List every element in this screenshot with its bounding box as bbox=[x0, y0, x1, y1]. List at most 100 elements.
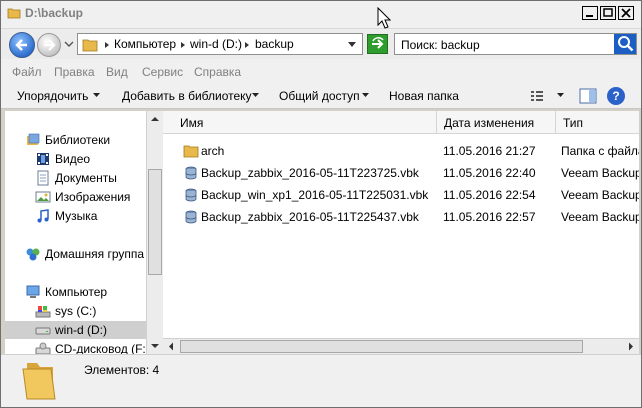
chevron-down-icon bbox=[93, 93, 100, 97]
nav-label: Видео bbox=[55, 152, 91, 166]
nav-label: Библиотеки bbox=[45, 133, 111, 147]
menu-tools[interactable]: Сервис bbox=[142, 65, 183, 79]
menu-edit[interactable]: Правка bbox=[54, 65, 95, 79]
nav-label: Компьютер bbox=[45, 285, 108, 299]
breadcrumb-drive[interactable]: win-d (D:) bbox=[190, 37, 242, 51]
close-button[interactable] bbox=[618, 6, 634, 20]
maximize-button[interactable] bbox=[600, 6, 616, 20]
documents-icon bbox=[37, 170, 49, 186]
file-row[interactable]: arch 11.05.2016 21:27 Папка с файлами bbox=[163, 140, 639, 162]
nav-label: Изображения bbox=[55, 190, 131, 204]
file-list-hscrollbar[interactable] bbox=[163, 338, 639, 354]
file-type: Veeam Backup & Replication bbox=[561, 188, 639, 202]
title-bar[interactable]: D:\backup bbox=[1, 1, 641, 29]
nav-item-libraries[interactable]: Библиотеки bbox=[25, 131, 143, 149]
nav-item-drive-d[interactable]: win-d (D:) bbox=[5, 321, 146, 339]
nav-item-music[interactable]: Музыка bbox=[35, 207, 143, 225]
menu-bar: Файл Правка Вид Сервис Справка bbox=[1, 59, 641, 83]
system-drive-icon bbox=[35, 306, 51, 318]
folder-icon bbox=[7, 8, 21, 19]
library-icon bbox=[27, 133, 40, 145]
file-type: Папка с файлами bbox=[561, 144, 639, 158]
music-icon bbox=[37, 209, 49, 223]
nav-label: Домашняя группа bbox=[45, 247, 145, 261]
preview-pane-icon[interactable] bbox=[579, 87, 597, 105]
breadcrumb-computer[interactable]: Компьютер bbox=[114, 37, 176, 51]
add-to-library-button[interactable]: Добавить в библиотеку bbox=[122, 89, 252, 103]
database-icon bbox=[185, 166, 197, 180]
item-count: Элементов: 4 bbox=[84, 363, 160, 377]
menu-help[interactable]: Справка bbox=[194, 65, 241, 79]
file-name: Backup_zabbix_2016-05-11T223725.vbk bbox=[201, 166, 419, 180]
scroll-left-icon[interactable] bbox=[163, 339, 179, 354]
file-name: arch bbox=[201, 144, 225, 158]
drive-icon bbox=[35, 327, 51, 335]
menu-file[interactable]: Файл bbox=[12, 65, 42, 79]
explorer-window: D:\backup Компьютер win-d (D:) backup По… bbox=[0, 0, 642, 408]
nav-item-video[interactable]: Видео bbox=[35, 150, 143, 168]
search-placeholder: Поиск: backup bbox=[401, 38, 480, 52]
chevron-down-icon[interactable] bbox=[557, 93, 564, 98]
scroll-right-icon[interactable] bbox=[623, 339, 639, 354]
new-folder-button[interactable]: Новая папка bbox=[389, 89, 459, 103]
minimize-button[interactable] bbox=[582, 6, 598, 20]
refresh-icon bbox=[372, 37, 384, 49]
search-icon bbox=[618, 36, 634, 52]
nav-item-images[interactable]: Изображения bbox=[35, 188, 143, 206]
column-date-modified[interactable]: Дата изменения bbox=[437, 111, 556, 134]
nav-item-computer[interactable]: Компьютер bbox=[25, 283, 143, 301]
view-options-icon[interactable] bbox=[529, 88, 545, 104]
nav-pane-scrollbar[interactable] bbox=[146, 111, 163, 354]
column-name[interactable]: Имя bbox=[173, 111, 437, 134]
breadcrumb-backup[interactable]: backup bbox=[255, 37, 294, 51]
video-icon bbox=[37, 153, 49, 165]
nav-item-documents[interactable]: Документы bbox=[35, 169, 143, 187]
chevron-right-icon[interactable] bbox=[179, 41, 187, 49]
file-date: 11.05.2016 22:57 bbox=[443, 210, 536, 224]
chevron-right-icon[interactable] bbox=[103, 41, 111, 49]
folder-icon bbox=[183, 145, 199, 158]
scrollbar-thumb[interactable] bbox=[148, 169, 162, 275]
file-date: 11.05.2016 21:27 bbox=[443, 144, 536, 158]
file-name: Backup_win_xp1_2016-05-11T225031.vbk bbox=[201, 188, 429, 202]
file-row[interactable]: Backup_win_xp1_2016-05-11T225031.vbk 11.… bbox=[163, 184, 639, 206]
chevron-down-icon[interactable] bbox=[348, 42, 356, 48]
nav-item-homegroup[interactable]: Домашняя группа bbox=[25, 245, 145, 263]
address-bar[interactable]: Компьютер win-d (D:) backup bbox=[77, 33, 363, 55]
navigation-pane: Библиотеки Видео Документы Изображения М… bbox=[5, 111, 146, 354]
back-button[interactable] bbox=[9, 32, 35, 58]
scrollbar-thumb[interactable] bbox=[180, 340, 583, 353]
history-dropdown-icon[interactable] bbox=[63, 38, 75, 50]
homegroup-icon bbox=[26, 248, 40, 261]
chevron-right-icon[interactable] bbox=[243, 41, 251, 49]
scroll-up-icon[interactable] bbox=[147, 111, 163, 128]
column-type[interactable]: Тип bbox=[556, 111, 639, 134]
menu-view[interactable]: Вид bbox=[106, 65, 128, 79]
refresh-button[interactable] bbox=[367, 34, 388, 54]
computer-icon bbox=[26, 285, 40, 298]
command-bar: Упорядочить Добавить в библиотеку Общий … bbox=[1, 83, 641, 109]
help-icon[interactable]: ? bbox=[607, 87, 625, 105]
search-button[interactable] bbox=[614, 34, 636, 54]
database-icon bbox=[185, 210, 197, 224]
nav-item-cd-drive[interactable]: CD-дисковод (F:) bbox=[35, 340, 146, 354]
chevron-down-icon bbox=[252, 93, 259, 97]
share-button[interactable]: Общий доступ bbox=[279, 89, 360, 103]
scroll-down-icon[interactable] bbox=[147, 337, 163, 354]
folder-icon bbox=[22, 363, 56, 400]
file-name: Backup_zabbix_2016-05-11T225437.vbk bbox=[201, 210, 419, 224]
chevron-down-icon bbox=[362, 93, 369, 97]
forward-button[interactable] bbox=[37, 33, 61, 57]
file-date: 11.05.2016 22:54 bbox=[443, 188, 536, 202]
organize-button[interactable]: Упорядочить bbox=[17, 89, 88, 103]
file-row[interactable]: Backup_zabbix_2016-05-11T223725.vbk 11.0… bbox=[163, 162, 639, 184]
file-row[interactable]: Backup_zabbix_2016-05-11T225437.vbk 11.0… bbox=[163, 206, 639, 228]
file-type: Veeam Backup & Replication bbox=[561, 166, 639, 180]
nav-label: Документы bbox=[55, 171, 117, 185]
nav-label: sys (C:) bbox=[55, 304, 97, 318]
file-date: 11.05.2016 22:40 bbox=[443, 166, 536, 180]
search-input[interactable]: Поиск: backup bbox=[394, 33, 637, 55]
nav-item-drive-c[interactable]: sys (C:) bbox=[35, 302, 143, 320]
column-header-row: Имя Дата изменения Тип bbox=[163, 111, 639, 134]
folder-icon bbox=[82, 39, 98, 52]
